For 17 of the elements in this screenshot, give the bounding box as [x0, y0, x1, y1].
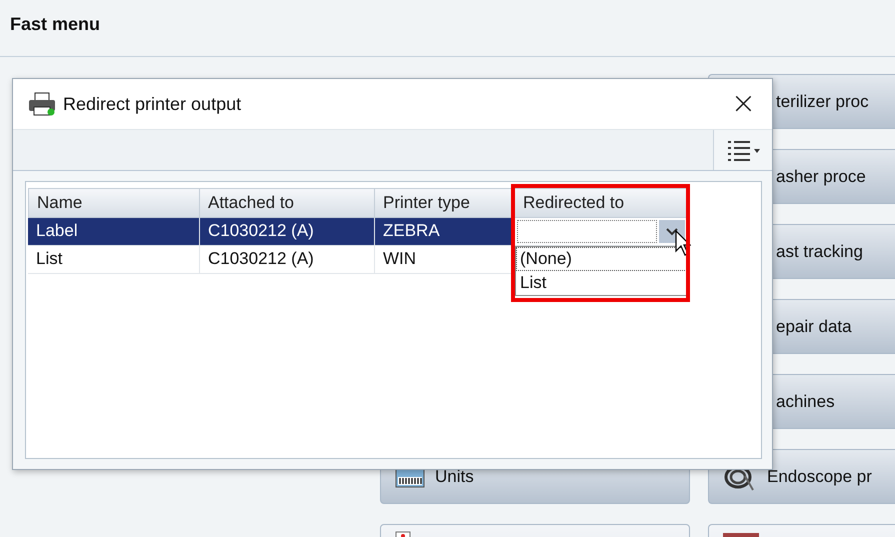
column-header[interactable]: Redirected to	[515, 188, 688, 218]
list-icon	[726, 139, 760, 161]
printer-icon	[27, 91, 57, 117]
dropdown-option[interactable]: List	[516, 271, 687, 295]
column-header[interactable]: Name	[28, 188, 200, 218]
table-cell: C1030212 (A)	[200, 218, 375, 246]
filter-field[interactable]	[13, 130, 714, 170]
table-cell: List	[28, 246, 200, 274]
table-cell: WIN	[375, 246, 515, 274]
close-button[interactable]: ×	[726, 89, 760, 119]
table-cell: Label	[28, 218, 200, 246]
table-cell: C1030212 (A)	[200, 246, 375, 274]
column-header[interactable]: Attached to	[200, 188, 375, 218]
dropdown-field[interactable]	[517, 220, 657, 243]
dialog-title: Redirect printer output	[63, 94, 242, 114]
page-title: Fast menu	[10, 14, 100, 34]
chevron-icon	[666, 228, 678, 236]
